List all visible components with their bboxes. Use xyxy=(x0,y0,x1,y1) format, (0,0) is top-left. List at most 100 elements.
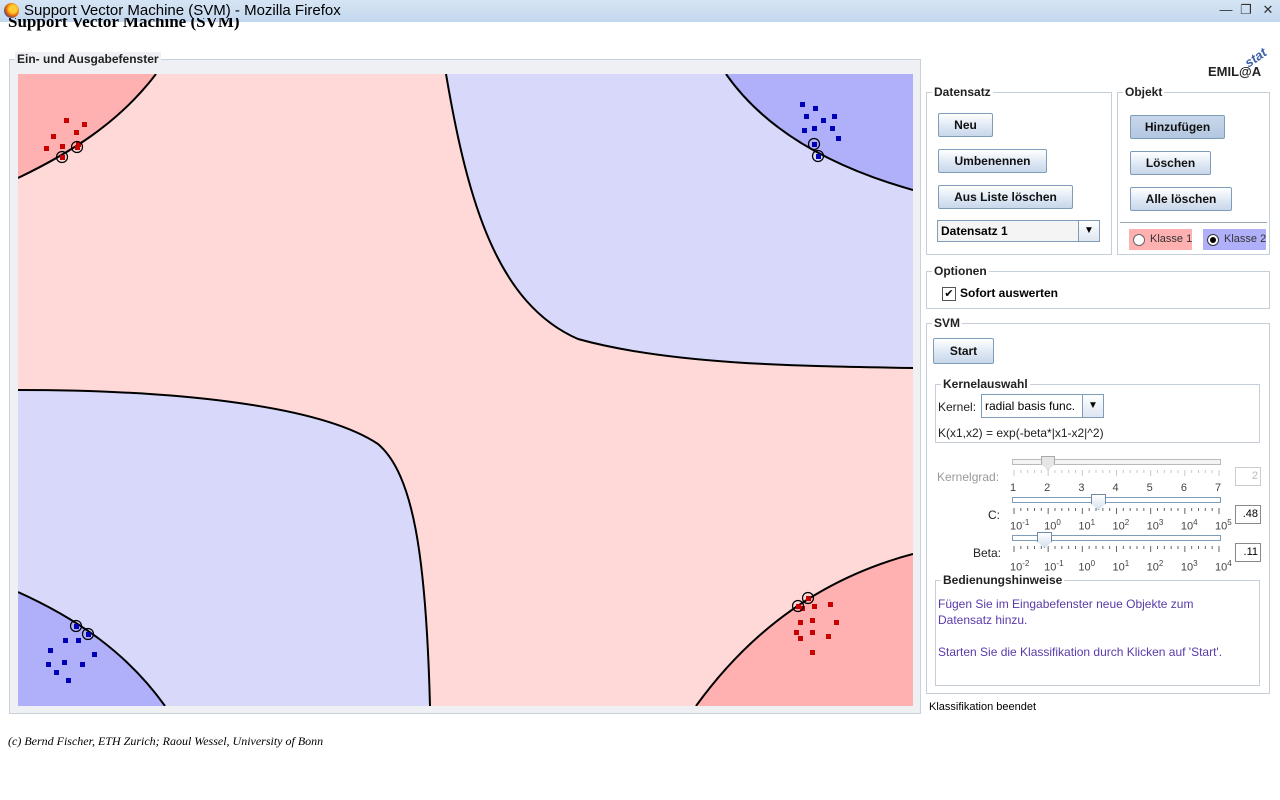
class1-point[interactable] xyxy=(806,596,811,601)
delete-object-button[interactable]: Löschen xyxy=(1130,151,1211,175)
status-text: Klassifikation beendet xyxy=(929,701,1037,713)
class2-point[interactable] xyxy=(54,670,59,675)
slider-tick-label: 5 xyxy=(1146,482,1153,494)
slider-tick-label: 6 xyxy=(1180,482,1187,494)
page-heading: Support Vector Machine (SVM) xyxy=(8,18,240,31)
class2-radio[interactable]: Klasse 2 xyxy=(1203,229,1266,250)
class1-point[interactable] xyxy=(794,630,799,635)
slider-tick-label: 2 xyxy=(1044,482,1051,494)
class2-point[interactable] xyxy=(830,126,835,131)
class2-point[interactable] xyxy=(812,126,817,131)
window-title: Support Vector Machine (SVM) - Mozilla F… xyxy=(24,2,341,19)
slider-tick-label: 4 xyxy=(1112,482,1119,494)
emilea-logo: EMIL@A stat xyxy=(1208,44,1270,79)
class1-point[interactable] xyxy=(74,130,79,135)
class1-point[interactable] xyxy=(812,604,817,609)
instant-eval-label: Sofort auswerten xyxy=(960,286,1059,300)
divider xyxy=(1120,222,1267,223)
optionen-label: Optionen xyxy=(932,264,989,278)
classification-canvas[interactable] xyxy=(18,74,913,706)
class2-point[interactable] xyxy=(804,114,809,119)
class1-point[interactable] xyxy=(51,134,56,139)
minimize-icon[interactable]: — xyxy=(1217,2,1235,18)
class2-point[interactable] xyxy=(816,154,821,159)
kernelgrad-label: Kernelgrad: xyxy=(937,470,1000,484)
kernel-select[interactable]: radial basis func. ▼ xyxy=(981,394,1104,418)
class2-point[interactable] xyxy=(66,678,71,683)
hints-label: Bedienungshinweise xyxy=(941,573,1065,587)
radio-unchecked-icon xyxy=(1133,234,1145,246)
beta-ticks xyxy=(1013,546,1220,552)
class2-point[interactable] xyxy=(836,136,841,141)
class2-point[interactable] xyxy=(832,114,837,119)
start-button[interactable]: Start xyxy=(933,338,994,364)
class2-point[interactable] xyxy=(821,118,826,123)
class2-point[interactable] xyxy=(48,648,53,653)
class2-point[interactable] xyxy=(812,142,817,147)
c-label: C: xyxy=(988,508,1000,522)
objekt-label: Objekt xyxy=(1123,85,1165,99)
restore-icon[interactable]: ❐ xyxy=(1237,2,1255,18)
class1-point[interactable] xyxy=(60,144,65,149)
c-value[interactable]: .48 xyxy=(1235,505,1261,524)
class1-point[interactable] xyxy=(798,620,803,625)
class1-point[interactable] xyxy=(796,604,801,609)
class1-point[interactable] xyxy=(75,145,80,150)
class2-point[interactable] xyxy=(62,660,67,665)
slider-tick-label: 104 xyxy=(1180,518,1198,533)
kernel-label: Kernel: xyxy=(938,400,977,414)
new-dataset-button[interactable]: Neu xyxy=(938,113,993,137)
class1-point[interactable] xyxy=(810,618,815,623)
class2-point[interactable] xyxy=(802,128,807,133)
chevron-down-icon[interactable]: ▼ xyxy=(1078,221,1099,241)
slider-tick-label: 1 xyxy=(1010,482,1017,494)
close-icon[interactable]: ✕ xyxy=(1259,2,1277,18)
class1-point[interactable] xyxy=(798,636,803,641)
rename-dataset-button[interactable]: Umbenennen xyxy=(938,149,1047,173)
class2-point[interactable] xyxy=(813,106,818,111)
class1-point[interactable] xyxy=(64,118,69,123)
add-object-button[interactable]: Hinzufügen xyxy=(1130,115,1225,139)
class2-point[interactable] xyxy=(76,638,81,643)
delete-all-objects-button[interactable]: Alle löschen xyxy=(1130,187,1232,211)
remove-dataset-button[interactable]: Aus Liste löschen xyxy=(938,185,1073,209)
class1-radio[interactable]: Klasse 1 xyxy=(1129,229,1192,250)
class2-point[interactable] xyxy=(80,662,85,667)
slider-tick-label: 100 xyxy=(1078,559,1096,574)
class1-point[interactable] xyxy=(828,602,833,607)
class1-point[interactable] xyxy=(82,122,87,127)
slider-tick-label: 105 xyxy=(1215,518,1232,533)
class1-point[interactable] xyxy=(826,634,831,639)
class1-point[interactable] xyxy=(834,620,839,625)
class1-label: Klasse 1 xyxy=(1150,233,1193,245)
kernel-formula: K(x1,x2) = exp(-beta*|x1-x2|^2) xyxy=(938,426,1104,440)
class1-point[interactable] xyxy=(810,630,815,635)
class2-point[interactable] xyxy=(63,638,68,643)
dataset-select[interactable]: Datensatz 1 ▼ xyxy=(937,220,1100,242)
slider-tick-label: 100 xyxy=(1044,518,1061,533)
kernelgrad-value[interactable]: 2 xyxy=(1235,467,1261,486)
class1-point[interactable] xyxy=(810,650,815,655)
class2-point[interactable] xyxy=(86,632,91,637)
slider-tick-label: 3 xyxy=(1078,482,1085,494)
slider-tick-label: 103 xyxy=(1146,518,1164,533)
datensatz-label: Datensatz xyxy=(932,85,993,99)
class2-point[interactable] xyxy=(92,652,97,657)
kernelgrad-ticks xyxy=(1013,470,1220,476)
c-slider-track xyxy=(1012,497,1221,503)
canvas-panel-label: Ein- und Ausgabefenster xyxy=(15,52,161,66)
slider-tick-label: 10-1 xyxy=(1044,559,1064,574)
class2-point[interactable] xyxy=(46,662,51,667)
class2-point[interactable] xyxy=(74,624,79,629)
footer-copyright: (c) Bernd Fischer, ETH Zurich; Raoul Wes… xyxy=(8,734,324,748)
beta-value[interactable]: .11 xyxy=(1235,543,1261,562)
chevron-down-icon[interactable]: ▼ xyxy=(1082,395,1103,417)
class1-point[interactable] xyxy=(44,146,49,151)
slider-tick-label: 101 xyxy=(1112,559,1130,574)
instant-eval-checkbox[interactable]: ✔ xyxy=(942,287,956,301)
slider-tick-label: 7 xyxy=(1215,482,1222,494)
class1-point[interactable] xyxy=(60,155,65,160)
c-ticks xyxy=(1013,508,1220,514)
svm-label: SVM xyxy=(932,316,963,330)
class2-point[interactable] xyxy=(800,102,805,107)
